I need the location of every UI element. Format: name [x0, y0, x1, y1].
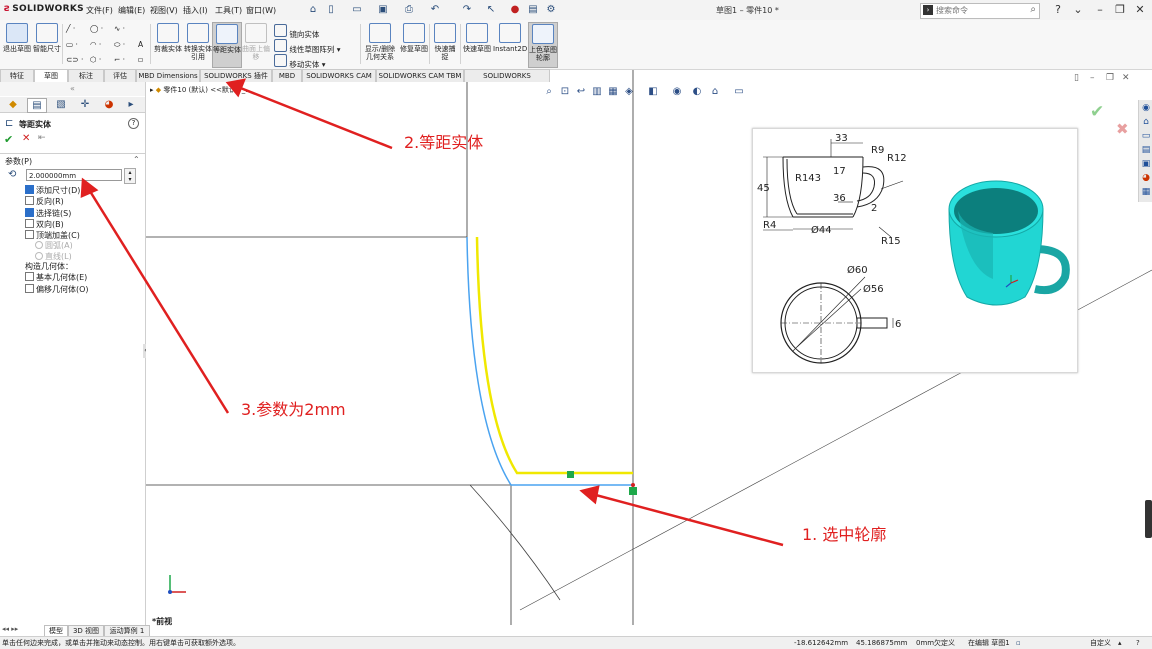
annotation-arrowhead-3 — [80, 177, 99, 198]
dim-45: 45 — [757, 183, 770, 194]
help-status-icon[interactable]: ? — [1136, 637, 1140, 649]
units-selector[interactable]: 自定义 — [1090, 637, 1111, 649]
triad-z-axis — [168, 590, 172, 594]
angle-dimension-arc — [469, 484, 561, 601]
dim-r15: R15 — [881, 236, 901, 247]
sketch-origin-point — [631, 483, 635, 487]
status-definition-state: 欠定义 — [934, 639, 955, 647]
dim-r12: R12 — [887, 153, 907, 164]
dim-2: 2 — [871, 203, 877, 214]
offset-preview-profile[interactable] — [475, 236, 633, 475]
dim-33: 33 — [835, 133, 848, 144]
dim-17: 17 — [833, 166, 846, 177]
view-orientation-label: *前视 — [152, 617, 173, 626]
cup-drawing: 33 R9 R12 17 45 R143 36 2 R4 Ø44 R15 Ø60… — [757, 133, 1070, 364]
annotation-arrow-2 — [237, 85, 393, 150]
annotation-arrowhead-2 — [225, 78, 247, 98]
annotation-step-2: 2.等距实体 — [404, 133, 484, 152]
selected-profile[interactable] — [466, 236, 633, 486]
status-x-coordinate: -18.612642mm — [794, 639, 849, 647]
dim-r9: R9 — [871, 145, 884, 156]
annotation-arrowhead-1 — [579, 485, 600, 505]
dim-phi60: Ø60 — [847, 264, 868, 276]
status-message: 单击任何边来完成，或单击并拖动来动态控制。用右键单击可获取额外选项。 — [2, 639, 240, 647]
bottom-tabs: ◂◂ ▸▸ 模型 3D 视图 运动算例 1 — [0, 625, 150, 637]
annotation-step-1: 1. 选中轮廓 — [802, 525, 887, 544]
dim-36: 36 — [833, 193, 846, 204]
cup-outer-right-profile — [852, 156, 864, 218]
reference-drawing-image: 33 R9 R12 17 45 R143 36 2 R4 Ø44 R15 Ø60… — [752, 128, 1078, 373]
rebuild-status-icon[interactable]: ▫ — [1016, 637, 1021, 649]
cup-outer-left-profile — [782, 156, 794, 218]
status-editing: 在编辑 草图1 — [968, 639, 1010, 647]
annotation-step-3: 3.参数为2mm — [241, 400, 346, 419]
dim-phi44: Ø44 — [811, 224, 832, 236]
cup-3d-render — [948, 180, 1070, 306]
status-bar: 单击任何边来完成，或单击并拖动来动态控制。用右键单击可获取额外选项。 -18.6… — [0, 636, 1152, 649]
units-dropdown-icon[interactable]: ▴ — [1118, 637, 1122, 649]
dim-6: 6 — [895, 319, 901, 330]
tab-scroll-arrows-icon[interactable]: ◂◂ ▸▸ — [2, 625, 18, 633]
dim-phi56: Ø56 — [863, 283, 884, 295]
dim-r143: R143 — [795, 173, 821, 184]
status-z-coordinate: 0mm — [916, 639, 935, 647]
status-y-coordinate: 45.186875mm — [856, 639, 908, 647]
endpoint-relation-handle[interactable] — [629, 487, 637, 495]
annotation-arrow-1 — [591, 492, 784, 547]
annotation-arrow-3 — [86, 187, 230, 414]
dim-r4: R4 — [763, 220, 776, 231]
midpoint-handle[interactable] — [567, 471, 574, 478]
